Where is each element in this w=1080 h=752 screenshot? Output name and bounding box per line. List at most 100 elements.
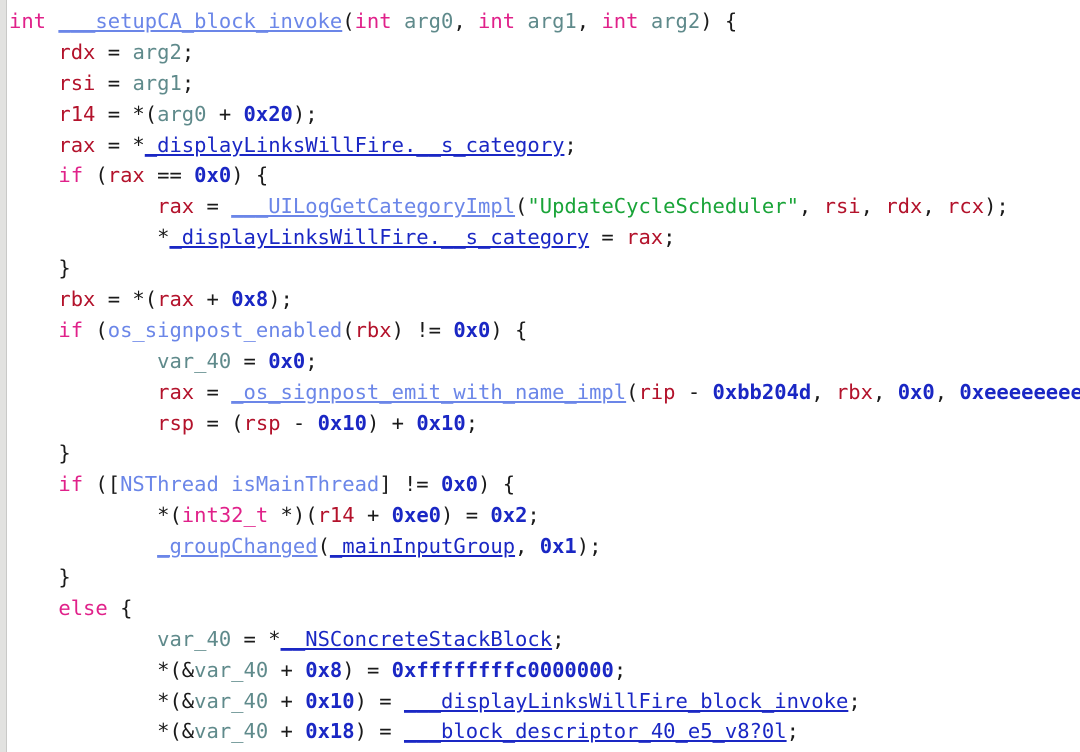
code-token-func[interactable]: _groupChanged: [157, 534, 317, 558]
code-token-symbol[interactable]: _mainInputGroup: [330, 534, 515, 558]
code-token-plain: ;: [564, 132, 577, 157]
code-token-keyword: int: [9, 9, 47, 33]
code-token-plain: =: [95, 39, 133, 64]
code-line[interactable]: rax = *_displayLinksWillFire.__s_categor…: [9, 130, 1080, 161]
code-line[interactable]: else {: [9, 593, 1080, 624]
code-token-plain: +: [268, 688, 306, 713]
code-token-num: 0xbb204d: [712, 379, 812, 404]
code-token-arg: var_40: [194, 688, 269, 713]
code-token-plain: ;: [527, 503, 540, 528]
code-token-call[interactable]: os_signpost_enabled: [108, 318, 343, 342]
code-token-plain: ] !=: [379, 472, 441, 497]
code-line[interactable]: _groupChanged(_mainInputGroup, 0x1);: [9, 531, 1080, 562]
code-line-container[interactable]: int ___setupCA_block_invoke(int arg0, in…: [9, 0, 1080, 752]
code-token-num: 0x0: [194, 163, 232, 188]
code-line[interactable]: if (os_signpost_enabled(rbx) != 0x0) {: [9, 315, 1080, 346]
code-token-num: 0x10: [416, 410, 466, 435]
code-line[interactable]: *(&var_40 + 0x18) = ___block_descriptor_…: [9, 716, 1080, 747]
code-token-symbol[interactable]: ___block_descriptor_40_e5_v8?0l: [404, 719, 787, 743]
code-line[interactable]: *_displayLinksWillFire.__s_category = ra…: [9, 222, 1080, 253]
pseudocode-view[interactable]: int ___setupCA_block_invoke(int arg0, in…: [0, 0, 1080, 752]
code-token-keyword: if: [58, 163, 84, 188]
code-token-reg: rax: [157, 287, 195, 312]
code-token-plain: *(&: [157, 688, 195, 713]
code-line[interactable]: rax = _os_signpost_emit_with_name_impl(r…: [9, 377, 1080, 408]
code-line[interactable]: *(int32_t *)(r14 + 0xe0) = 0x2;: [9, 500, 1080, 531]
code-token-reg: rdx: [885, 194, 923, 219]
code-token-num: 0x8: [305, 657, 343, 682]
code-token-plain: = (: [194, 410, 244, 435]
code-line[interactable]: var_40 = 0x0;: [9, 346, 1080, 377]
code-token-reg: r14: [317, 503, 355, 528]
code-token-plain: (: [626, 379, 639, 404]
code-token-plain: (: [317, 534, 330, 559]
code-token-plain: (: [342, 9, 355, 33]
code-token-func[interactable]: ___setupCA_block_invoke: [58, 9, 342, 33]
code-token-num: 0xe0: [391, 503, 442, 528]
code-token-plain: ) {: [478, 472, 516, 497]
code-token-reg: rax: [107, 163, 145, 188]
code-token-plain: ,: [576, 9, 602, 33]
code-token-objc[interactable]: NSThread isMainThread: [120, 472, 379, 496]
code-token-symbol[interactable]: _displayLinksWillFire.__s_category: [169, 225, 589, 249]
code-token-string: "UpdateCycleScheduler": [527, 194, 799, 219]
code-line[interactable]: rsp = (rsp - 0x10) + 0x10;: [9, 408, 1080, 439]
code-token-plain: ) =: [441, 503, 491, 528]
code-token-plain: );: [292, 101, 318, 126]
code-line[interactable]: rbx = *(rax + 0x8);: [9, 284, 1080, 315]
code-line[interactable]: *(&var_40 + 0x10) = ___displayLinksWillF…: [9, 686, 1080, 717]
code-token-num: 0xeeeeeeee: [959, 379, 1080, 404]
editor-gutter: [0, 0, 7, 752]
code-token-plain: =: [589, 225, 627, 250]
code-line[interactable]: rsi = arg1;: [9, 68, 1080, 99]
code-line[interactable]: if (rax == 0x0) {: [9, 160, 1080, 191]
code-token-plain: = *: [95, 132, 145, 157]
code-line[interactable]: rdx = arg2;: [9, 37, 1080, 68]
code-token-reg: rsp: [157, 410, 195, 435]
code-token-plain: ;: [181, 70, 195, 95]
code-token-plain: = *: [231, 626, 281, 651]
code-line[interactable]: *(&var_40 + 0x8) = 0xffffffffc0000000;: [9, 655, 1080, 686]
code-token-symbol[interactable]: ___displayLinksWillFire_block_invoke: [404, 689, 848, 713]
code-token-reg: rip: [638, 379, 676, 404]
code-token-reg: rbx: [58, 287, 96, 312]
code-token-keyword: if: [58, 317, 84, 342]
code-token-arg: arg0: [157, 101, 207, 126]
code-token-plain: ;: [465, 410, 479, 435]
code-token-plain: +: [268, 657, 306, 682]
code-line[interactable]: }: [9, 562, 1080, 593]
code-line[interactable]: r14 = *(arg0 + 0x20);: [9, 99, 1080, 130]
code-line[interactable]: rax = ___UILogGetCategoryImpl("UpdateCyc…: [9, 191, 1080, 222]
code-token-keyword: int: [354, 9, 392, 33]
code-token-plain: *(&: [157, 719, 195, 744]
code-token-num: 0x10: [317, 410, 367, 435]
code-line[interactable]: int ___setupCA_block_invoke(int arg0, in…: [9, 6, 1080, 37]
code-token-symbol[interactable]: _displayLinksWillFire.__s_category: [145, 133, 565, 157]
code-token-plain: ,: [922, 194, 948, 219]
code-line[interactable]: var_40 = *__NSConcreteStackBlock;: [9, 624, 1080, 655]
code-token-func[interactable]: _os_signpost_emit_with_name_impl: [231, 380, 626, 404]
code-line[interactable]: if ([NSThread isMainThread] != 0x0) {: [9, 469, 1080, 500]
code-token-plain: ) =: [354, 688, 404, 713]
code-token-func[interactable]: ___UILogGetCategoryImpl: [231, 194, 515, 218]
code-line[interactable]: }: [9, 438, 1080, 469]
code-token-plain: ;: [552, 626, 565, 651]
code-line[interactable]: }: [9, 253, 1080, 284]
code-token-arg: arg1: [527, 9, 577, 33]
code-line[interactable]: *(&var_40 + 0x20) = r14;: [9, 747, 1080, 752]
code-token-plain: ,: [873, 379, 898, 404]
code-token-plain: ,: [811, 379, 836, 404]
code-token-plain: *(: [157, 503, 182, 528]
code-token-num: 0x10: [305, 688, 355, 713]
code-token-symbol[interactable]: __NSConcreteStackBlock: [281, 627, 553, 651]
